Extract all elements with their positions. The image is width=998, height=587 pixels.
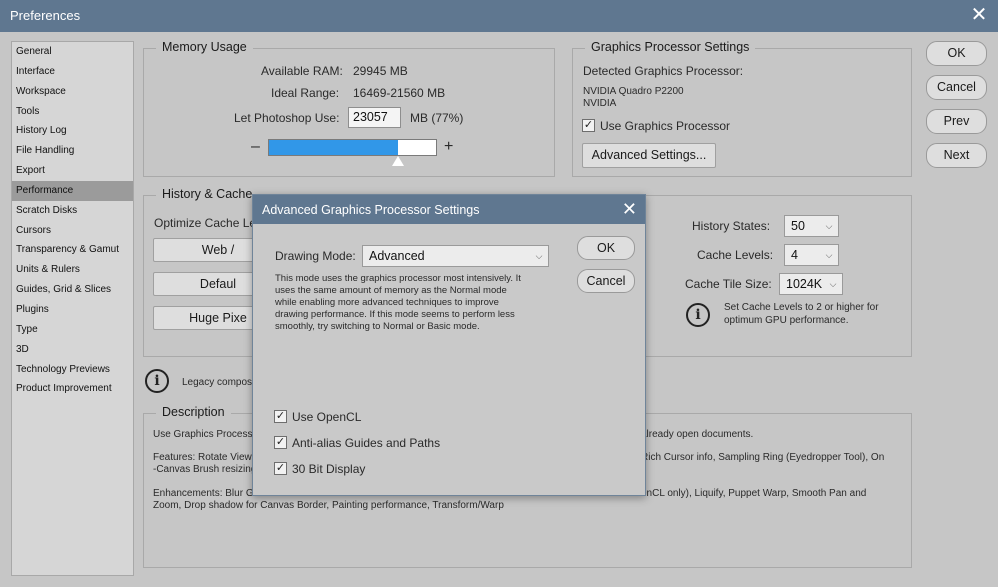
sidebar-item-history-log[interactable]: History Log [12,121,133,141]
cache-info-text-2: optimum GPU performance. [724,315,849,326]
chevron-down-icon: ⌵ [825,221,833,231]
sidebar: General Interface Workspace Tools Histor… [11,41,134,576]
mode-desc-line: This mode uses the graphics processor mo… [275,273,521,284]
mode-desc-line: smoothly, try switching to Normal or Bas… [275,321,480,332]
ok-button[interactable]: OK [926,41,987,66]
cache-levels-value: 4 [791,248,798,262]
30-bit-display-label: 30 Bit Display [292,462,366,476]
sidebar-item-file-handling[interactable]: File Handling [12,141,133,161]
history-cache-legend: History & Cache [156,187,259,201]
available-ram-label: Available RAM: [261,64,343,78]
description-line1-right: already open documents. [641,429,754,440]
gpu-vendor: NVIDIA [583,98,617,109]
drawing-mode-select[interactable]: Advanced ⌵ [362,245,549,267]
gpu-settings-legend: Graphics Processor Settings [585,40,756,54]
detected-gpu-label: Detected Graphics Processor: [583,64,744,78]
drawing-mode-value: Advanced [369,249,425,263]
cache-tile-size-label: Cache Tile Size: [685,277,772,291]
sidebar-item-export[interactable]: Export [12,161,133,181]
description-line4-left: Enhancements: Blur G [153,488,254,499]
cache-info-text-1: Set Cache Levels to 2 or higher for [724,302,879,313]
use-gpu-checkbox[interactable]: ✓ [582,119,595,132]
optimize-cache-label: Optimize Cache Le [154,216,257,230]
available-ram-value: 29945 MB [353,64,408,78]
history-states-label: History States: [692,219,771,233]
advanced-settings-button[interactable]: Advanced Settings... [582,143,716,168]
dialog-cancel-button[interactable]: Cancel [577,269,635,293]
description-line2-left: Features: Rotate View [153,452,252,463]
use-opencl-label: Use OpenCL [292,410,362,424]
sidebar-item-type[interactable]: Type [12,320,133,340]
memory-use-input[interactable]: 23057 [348,107,401,128]
sidebar-item-3d[interactable]: 3D [12,340,133,360]
drawing-mode-label: Drawing Mode: [275,249,356,263]
info-icon: i [686,303,710,327]
gpu-name: NVIDIA Quadro P2200 [583,86,684,97]
dialog-title-bar: Advanced Graphics Processor Settings ✕ [253,195,645,224]
chevron-down-icon: ⌵ [829,279,837,289]
mode-desc-line: while enabling more advanced techniques … [275,297,499,308]
sidebar-item-performance[interactable]: Performance [12,180,133,201]
cache-tile-size-select[interactable]: 1024K ⌵ [779,273,843,295]
gpu-settings-group: Graphics Processor Settings Detected Gra… [572,40,912,177]
title-bar: Preferences ✕ [0,0,998,32]
close-icon[interactable]: ✕ [622,199,637,220]
description-line1-left: Use Graphics Processo [153,429,259,440]
memory-increase-button[interactable]: + [444,138,453,156]
30-bit-display-checkbox[interactable]: ✓ [274,462,287,475]
prev-button[interactable]: Prev [926,109,987,134]
memory-use-suffix: MB (77%) [410,111,464,125]
dialog-title: Advanced Graphics Processor Settings [262,203,480,217]
description-legend: Description [156,405,231,419]
sidebar-item-tools[interactable]: Tools [12,102,133,122]
cache-tile-size-value: 1024K [786,277,823,291]
dialog-ok-button[interactable]: OK [577,236,635,260]
description-line4-right: enCL only), Liquify, Puppet Warp, Smooth… [641,488,867,499]
description-line2-right: Rich Cursor info, Sampling Ring (Eyedrop… [641,452,885,463]
anti-alias-label: Anti-alias Guides and Paths [292,436,441,450]
legacy-compositing-label: Legacy composi [182,377,255,388]
sidebar-item-scratch-disks[interactable]: Scratch Disks [12,201,133,221]
memory-slider-thumb[interactable] [391,156,404,166]
memory-slider-track[interactable] [268,139,437,156]
use-opencl-checkbox[interactable]: ✓ [274,410,287,423]
memory-usage-legend: Memory Usage [156,40,253,54]
description-line3-left: -Canvas Brush resizing [153,464,257,475]
sidebar-item-workspace[interactable]: Workspace [12,82,133,102]
window-title: Preferences [10,8,81,23]
history-states-select[interactable]: 50 ⌵ [784,215,839,237]
mode-desc-line: uses the same amount of memory as the No… [275,285,507,296]
memory-usage-group: Memory Usage Available RAM: 29945 MB Ide… [143,40,555,177]
cache-levels-select[interactable]: 4 ⌵ [784,244,839,266]
memory-slider-fill [269,140,398,155]
history-states-value: 50 [791,219,805,233]
chevron-down-icon: ⌵ [825,250,833,260]
mode-desc-line: drawing performance. If this mode seems … [275,309,515,320]
sidebar-item-transparency-gamut[interactable]: Transparency & Gamut [12,240,133,260]
ideal-range-label: Ideal Range: [271,86,340,100]
description-line5: Zoom, Drop shadow for Canvas Border, Pai… [153,500,504,511]
ideal-range-value: 16469-21560 MB [353,86,446,100]
sidebar-item-cursors[interactable]: Cursors [12,221,133,241]
sidebar-item-general[interactable]: General [12,42,133,62]
memory-decrease-button[interactable]: – [251,138,260,156]
use-gpu-label: Use Graphics Processor [600,119,731,133]
close-icon[interactable]: ✕ [968,4,990,26]
sidebar-item-units-rulers[interactable]: Units & Rulers [12,260,133,280]
anti-alias-checkbox[interactable]: ✓ [274,436,287,449]
next-button[interactable]: Next [926,143,987,168]
sidebar-item-technology-previews[interactable]: Technology Previews [12,360,133,380]
sidebar-item-interface[interactable]: Interface [12,62,133,82]
cancel-button[interactable]: Cancel [926,75,987,100]
sidebar-item-plugins[interactable]: Plugins [12,300,133,320]
let-photoshop-use-label: Let Photoshop Use: [234,111,340,125]
info-icon: i [145,369,169,393]
sidebar-item-guides-grid-slices[interactable]: Guides, Grid & Slices [12,280,133,300]
drawing-mode-description: This mode uses the graphics processor mo… [275,273,565,333]
sidebar-item-product-improvement[interactable]: Product Improvement [12,379,133,399]
cache-levels-label: Cache Levels: [697,248,774,262]
advanced-gpu-dialog: Advanced Graphics Processor Settings ✕ D… [252,194,646,496]
chevron-down-icon: ⌵ [535,251,543,261]
